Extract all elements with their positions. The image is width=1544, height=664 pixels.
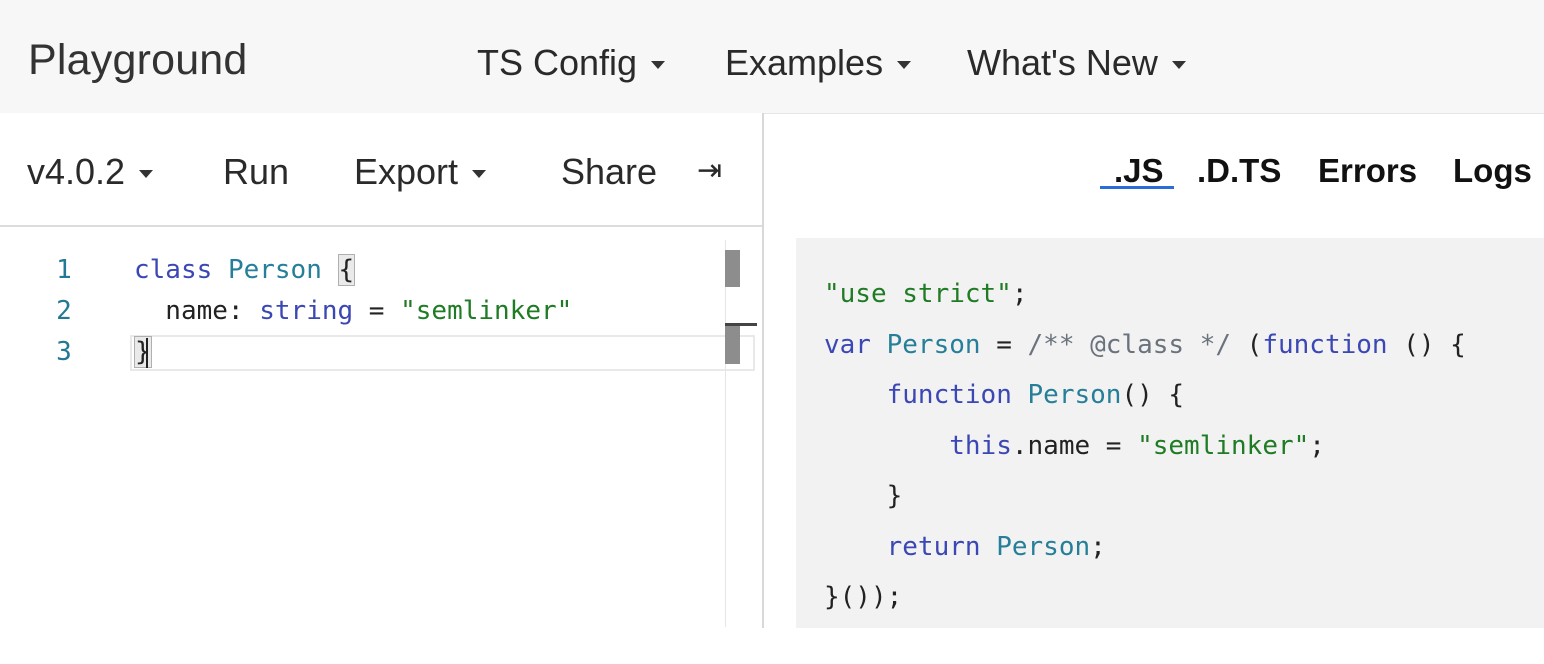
editor-scrollbar-thumb[interactable] — [725, 250, 740, 287]
menu-examples-label: Examples — [725, 42, 884, 83]
code-token: }()); — [824, 582, 903, 612]
tab-dts[interactable]: .D.TS — [1197, 152, 1281, 190]
output-line: var Person = /** @class */ (function () … — [824, 330, 1466, 360]
run-label: Run — [223, 151, 290, 192]
code-token: var — [824, 330, 871, 360]
code-token: Person — [996, 532, 1091, 562]
tab-js[interactable]: .JS — [1114, 152, 1164, 190]
code-line[interactable]: class Person { — [134, 254, 356, 286]
code-token: this — [949, 431, 1012, 461]
output-line: "use strict"; — [824, 279, 1028, 309]
code-token: "semlinker" — [1137, 431, 1310, 461]
run-button[interactable]: Run — [223, 151, 289, 193]
line-number: 3 — [56, 337, 72, 367]
chevron-down-icon — [472, 170, 487, 178]
current-line-highlight — [130, 335, 755, 371]
tab-errors[interactable]: Errors — [1318, 152, 1417, 190]
code-token: Person — [227, 255, 322, 285]
export-menu[interactable]: Export — [354, 151, 487, 193]
code-token: ; — [1309, 431, 1325, 461]
code-token: Person — [1027, 380, 1122, 410]
brand-title[interactable]: Playground — [28, 36, 248, 85]
text-cursor — [146, 338, 148, 368]
code-token: return — [886, 532, 981, 562]
code-token: "semlinker" — [400, 296, 573, 326]
code-token: () { — [1121, 380, 1185, 410]
code-token: } — [824, 481, 903, 511]
code-token: () { — [1387, 330, 1466, 360]
code-token: Person — [886, 330, 981, 360]
output-line: return Person; — [824, 532, 1106, 562]
code-token: function — [1262, 330, 1388, 360]
tab-logs[interactable]: Logs — [1453, 152, 1532, 190]
export-label: Export — [354, 151, 459, 192]
output-line: this.name = "semlinker"; — [824, 431, 1325, 461]
code-token: ; — [1011, 279, 1028, 309]
active-tab-indicator — [1100, 186, 1174, 189]
code-token: = — [980, 330, 1028, 360]
menu-ts-config-label: TS Config — [477, 42, 638, 83]
code-line[interactable]: name: string = "semlinker" — [134, 296, 572, 326]
chevron-down-icon — [1171, 61, 1186, 69]
menu-whats-new-label: What's New — [967, 42, 1158, 83]
code-token: ; — [1090, 532, 1106, 562]
code-token: function — [886, 380, 1012, 410]
chevron-down-icon — [651, 61, 666, 69]
share-button[interactable]: Share — [561, 151, 657, 193]
line-number: 2 — [56, 296, 72, 326]
editor-ruler — [725, 240, 726, 627]
code-token: ( — [1231, 330, 1263, 360]
code-token: "use strict" — [824, 279, 1012, 309]
chevron-down-icon — [139, 170, 154, 178]
code-line[interactable]: } — [134, 336, 152, 368]
editor-toolbar: v4.0.2 Run Export Share ⇥ — [0, 113, 762, 227]
collapse-sidebar-icon[interactable]: ⇥ — [697, 153, 722, 188]
code-token: name: — [134, 296, 260, 326]
chevron-down-icon — [897, 61, 912, 69]
version-select[interactable]: v4.0.2 — [27, 151, 154, 193]
output-line: function Person() { — [824, 380, 1184, 410]
pane-divider[interactable] — [762, 113, 764, 628]
code-token: string — [259, 296, 354, 326]
output-line: }()); — [824, 582, 902, 612]
code-token: class — [134, 255, 213, 285]
code-token: } — [134, 336, 152, 368]
code-token: = — [353, 296, 401, 326]
code-token: /** @class */ — [1027, 330, 1232, 360]
menu-whats-new[interactable]: What's New — [967, 42, 1186, 84]
output-line: } — [824, 481, 903, 511]
code-token: { — [337, 254, 356, 286]
code-token: .name = — [1011, 431, 1138, 461]
top-navbar: Playground TS Config Examples What's New — [0, 0, 1544, 114]
line-number: 1 — [56, 255, 72, 285]
editor-scrollbar-thumb[interactable] — [725, 326, 740, 364]
menu-examples[interactable]: Examples — [725, 42, 912, 84]
menu-ts-config[interactable]: TS Config — [477, 42, 666, 84]
version-label: v4.0.2 — [27, 151, 126, 192]
share-label: Share — [561, 151, 658, 192]
